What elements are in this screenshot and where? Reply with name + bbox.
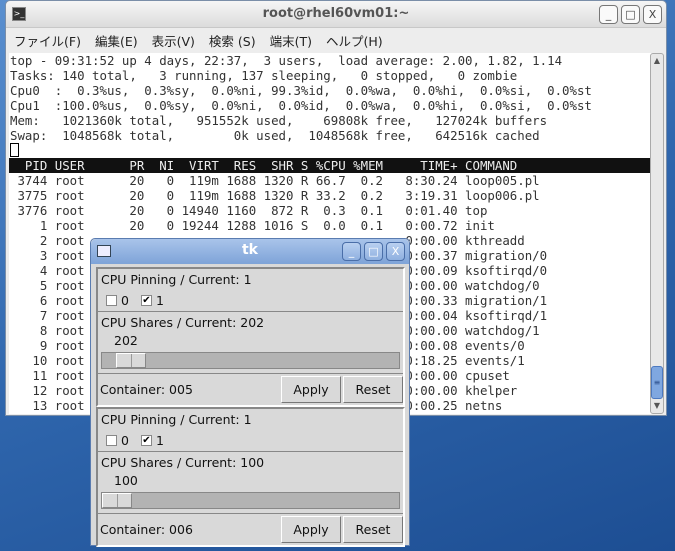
cpu-checkbox-label: 0 (121, 432, 129, 448)
cpu-shares-section: CPU Shares / Current: 100 100 (98, 452, 403, 514)
scrollbar-thumb[interactable]: ≡ (651, 366, 663, 399)
window-title: root@rhel60vm01:~ (262, 6, 410, 21)
cpu-checkbox-label: 1 (155, 292, 164, 308)
menu-file[interactable]: ファイル(F) (14, 31, 81, 50)
container-label: Container: 006 (100, 522, 193, 537)
cpu-pinning-section: CPU Pinning / Current: 1 0 ✔ 1 (98, 269, 403, 312)
cursor-line (9, 143, 653, 158)
process-table-header: PID USER PR NI VIRT RES SHR S %CPU %MEM … (9, 158, 653, 173)
apply-button[interactable]: Apply (281, 376, 341, 403)
cpu-pinning-label: CPU Pinning / Current: 1 (101, 412, 252, 427)
container-panel-1: CPU Pinning / Current: 1 0 ✔ 1 CPU Shares … (96, 267, 405, 407)
process-row: 3776 root 20 0 14940 1160 872 R 0.3 0.1 … (10, 203, 488, 218)
vertical-scrollbar[interactable]: ▲ ≡ ▼ (650, 53, 664, 414)
cpu-shares-section: CPU Shares / Current: 202 202 (98, 312, 403, 374)
top-summary: top - 09:31:52 up 4 days, 22:37, 3 users… (10, 53, 592, 143)
menu-view[interactable]: 表示(V) (152, 31, 195, 50)
slider-handle[interactable] (102, 493, 132, 508)
maximize-button[interactable]: □ (364, 242, 383, 261)
tk-titlebar[interactable]: tk _ □ X (91, 239, 409, 264)
cpu-checkbox-0[interactable] (106, 294, 117, 306)
cpu-pinning-section: CPU Pinning / Current: 1 0 ✔ 1 (98, 409, 403, 452)
cpu-checkbox-1[interactable]: ✔ (140, 434, 152, 446)
cpu-shares-value: 202 (114, 333, 138, 348)
cpu-shares-slider[interactable] (101, 352, 400, 369)
reset-button[interactable]: Reset (343, 376, 403, 403)
text-cursor (10, 143, 19, 157)
minimize-button[interactable]: _ (599, 5, 618, 24)
container-label: Container: 005 (100, 382, 193, 397)
close-button[interactable]: X (643, 5, 662, 24)
reset-button[interactable]: Reset (343, 516, 403, 543)
process-row: 3744 root 20 0 119m 1688 1320 R 66.7 0.2… (10, 173, 540, 188)
cpu-shares-value: 100 (114, 473, 138, 488)
scroll-up-icon[interactable]: ▲ (651, 54, 663, 68)
terminal-titlebar[interactable]: >_ root@rhel60vm01:~ _ □ X (6, 1, 666, 28)
process-row: 1 root 20 0 19244 1288 1016 S 0.0 0.1 0:… (10, 218, 495, 233)
menu-bar: ファイル(F) 編集(E) 表示(V) 検索 (S) 端末(T) ヘルプ(H) (6, 28, 666, 52)
process-row: 3775 root 20 0 119m 1688 1320 R 33.2 0.2… (10, 188, 540, 203)
cpu-checkbox-0[interactable] (106, 434, 117, 446)
maximize-button[interactable]: □ (621, 5, 640, 24)
cpu-shares-label: CPU Shares / Current: 202 (101, 315, 265, 330)
cpu-checkbox-label: 1 (155, 432, 164, 448)
cpu-checkbox-label: 0 (121, 292, 129, 308)
container-panel-2: CPU Pinning / Current: 1 0 ✔ 1 CPU Shares … (96, 407, 405, 547)
tk-window: tk _ □ X CPU Pinning / Current: 1 0 ✔ 1 CP… (90, 238, 410, 547)
minimize-button[interactable]: _ (342, 242, 361, 261)
menu-search[interactable]: 検索 (S) (209, 31, 256, 50)
cpu-shares-label: CPU Shares / Current: 100 (101, 455, 265, 470)
menu-terminal[interactable]: 端末(T) (270, 31, 312, 50)
scroll-down-icon[interactable]: ▼ (651, 399, 663, 413)
close-button[interactable]: X (386, 242, 405, 261)
menu-help[interactable]: ヘルプ(H) (326, 31, 383, 50)
slider-handle[interactable] (115, 353, 146, 368)
cpu-pinning-label: CPU Pinning / Current: 1 (101, 272, 252, 287)
menu-edit[interactable]: 編集(E) (95, 31, 138, 50)
cpu-checkbox-1[interactable]: ✔ (140, 294, 152, 306)
cpu-shares-slider[interactable] (101, 492, 400, 509)
apply-button[interactable]: Apply (281, 516, 341, 543)
